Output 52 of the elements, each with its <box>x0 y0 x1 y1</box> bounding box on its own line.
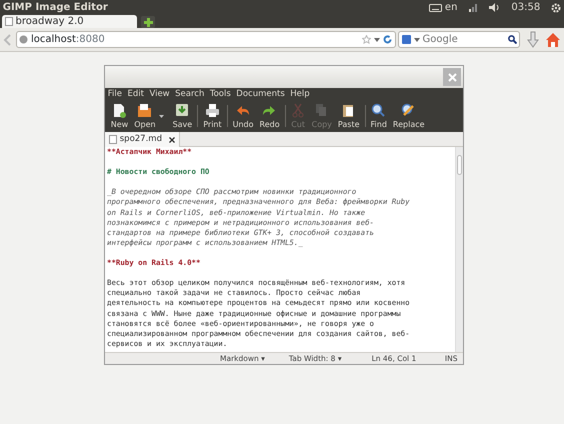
printer-icon <box>204 103 220 118</box>
keyboard-icon[interactable] <box>429 4 442 12</box>
caret-icon[interactable] <box>374 38 380 42</box>
caret-icon[interactable] <box>158 114 164 118</box>
scissors-icon <box>290 103 306 118</box>
undo-button[interactable]: Undo <box>230 103 257 130</box>
plus-icon <box>144 18 152 26</box>
open-button[interactable]: Open <box>131 103 159 130</box>
menu-item[interactable]: Tools <box>210 88 231 101</box>
app-title: GIMP Image Editor <box>2 1 108 15</box>
print-button[interactable]: Print <box>200 103 225 130</box>
reload-icon[interactable] <box>382 35 392 44</box>
menu-item[interactable]: View <box>149 88 170 101</box>
clock[interactable]: 03:58 <box>511 0 540 15</box>
find-button[interactable]: Find <box>368 103 390 130</box>
menu-item[interactable]: File <box>108 88 122 101</box>
star-icon[interactable] <box>362 35 372 44</box>
paste-button[interactable]: Paste <box>334 103 363 130</box>
signal-icon[interactable] <box>468 3 478 12</box>
new-tab-button[interactable] <box>141 16 155 28</box>
search-icon[interactable] <box>508 35 516 44</box>
menu-item[interactable]: Search <box>175 88 204 101</box>
replace-button[interactable]: Replace <box>390 103 428 130</box>
folder-icon <box>137 103 152 118</box>
volume-icon[interactable] <box>489 3 500 12</box>
page-icon <box>4 17 13 26</box>
menu-item[interactable]: Help <box>290 88 310 101</box>
scrollbar[interactable] <box>455 147 463 352</box>
caret-icon[interactable] <box>414 38 420 42</box>
magnifier-icon <box>371 103 386 118</box>
url-port: :8080 <box>76 33 105 47</box>
document-icon <box>109 135 117 144</box>
document-tab[interactable]: spo27.md <box>105 132 180 147</box>
url-field[interactable]: localhost:8080 <box>16 31 396 48</box>
close-icon <box>448 72 456 82</box>
save-button[interactable]: Save <box>170 103 196 130</box>
new-button[interactable]: New <box>108 103 132 130</box>
url-host: localhost <box>31 33 76 47</box>
language-indicator[interactable]: en <box>444 0 458 15</box>
globe-icon <box>19 35 28 44</box>
redo-button[interactable]: Redo <box>256 103 283 130</box>
search-field[interactable]: Google <box>398 31 520 48</box>
tab-label: broadway 2.0 <box>16 15 84 29</box>
magnifier-pencil-icon <box>401 103 416 118</box>
close-icon[interactable] <box>168 136 175 142</box>
browser-tab[interactable]: broadway 2.0 <box>2 15 137 28</box>
home-icon[interactable] <box>545 32 562 48</box>
menu-item[interactable]: Edit <box>127 88 144 101</box>
gear-icon[interactable] <box>551 2 562 12</box>
save-icon <box>174 103 190 118</box>
new-document-icon <box>112 103 127 118</box>
menu-item[interactable]: Documents <box>236 88 285 101</box>
